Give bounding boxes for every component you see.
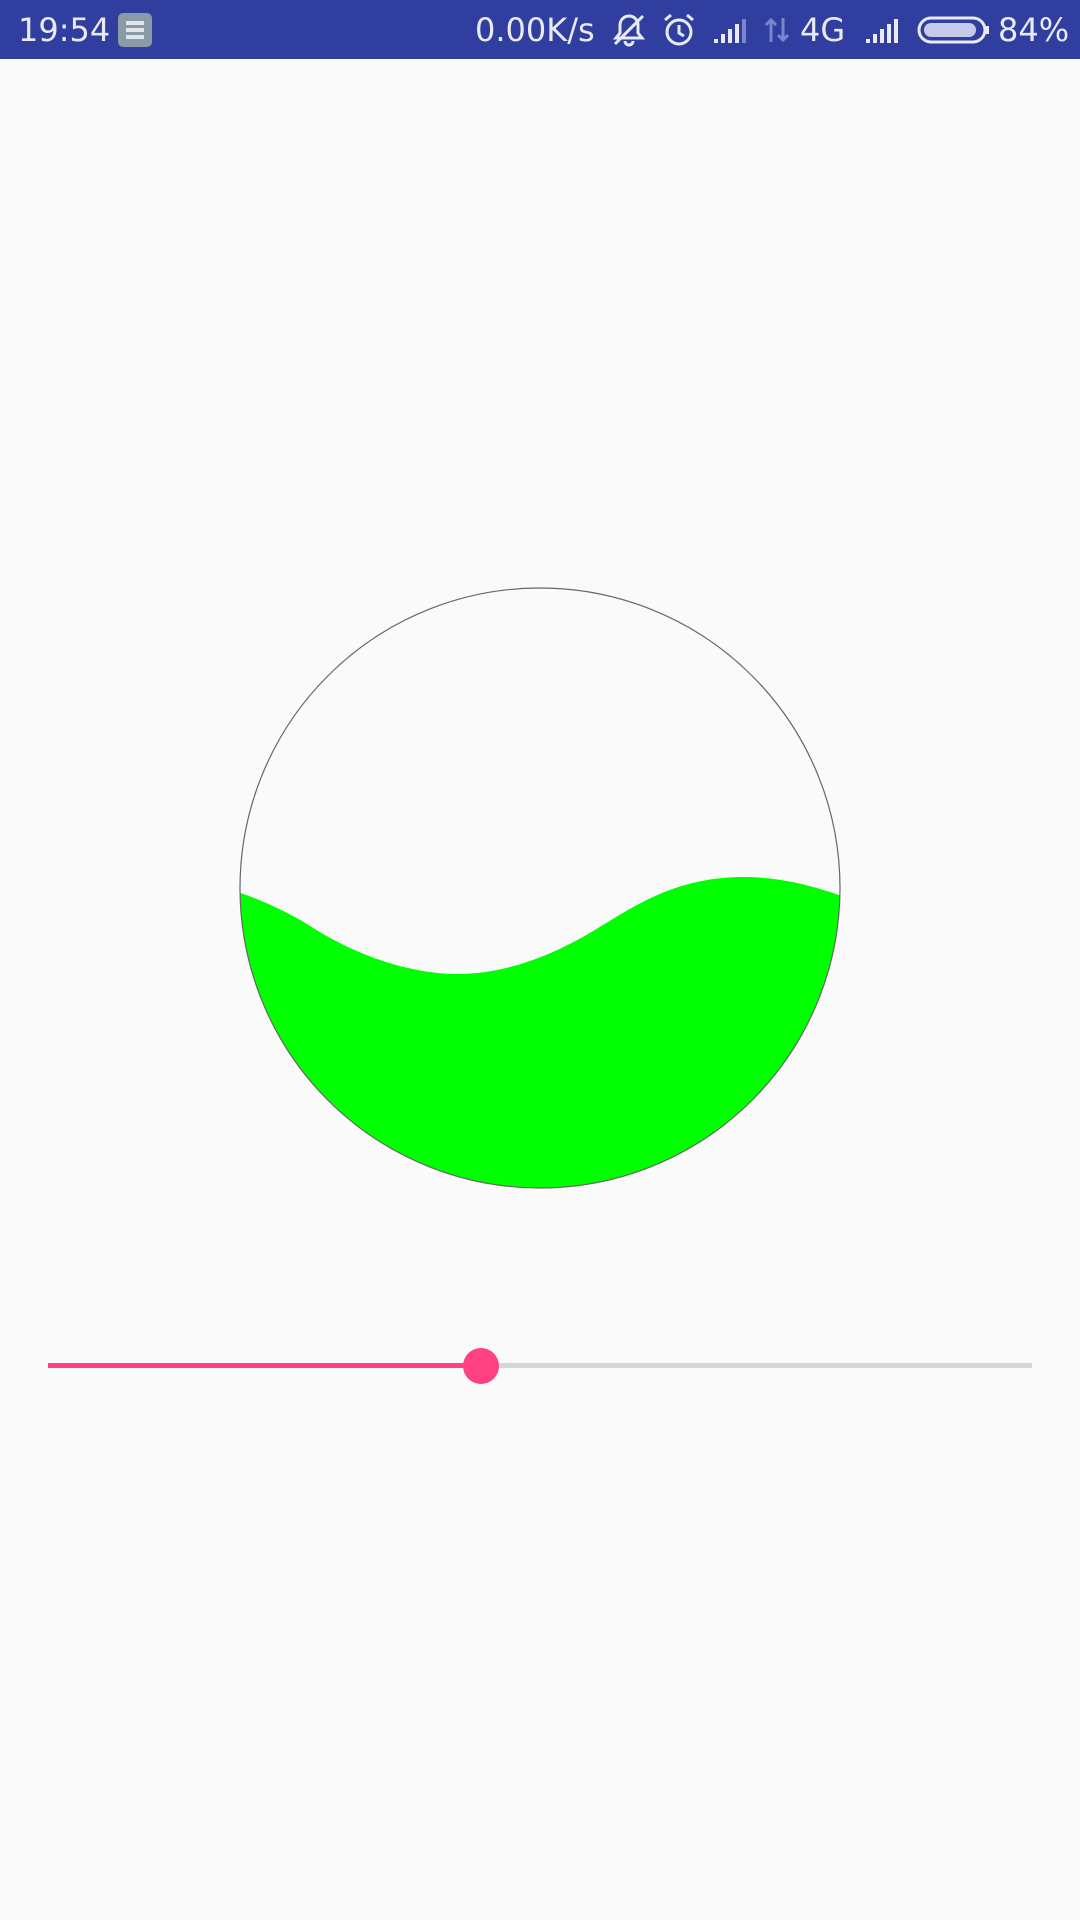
wave-fill [240, 876, 840, 1188]
level-seekbar[interactable] [48, 1345, 1032, 1385]
seekbar-thumb[interactable] [462, 1348, 499, 1384]
signal-icon [712, 0, 752, 59]
status-time: 19:54 [18, 10, 111, 49]
network-type: 4G [800, 10, 846, 49]
data-transfer-icon [762, 0, 792, 59]
alarm-icon [660, 0, 698, 59]
signal-icon [864, 0, 904, 59]
app-notification-icon [118, 0, 152, 59]
status-bar: 19:54 0.00K/s 4G 84% [0, 0, 1080, 59]
net-speed: 0.00K/s [475, 10, 595, 49]
seekbar-progress [48, 1363, 481, 1368]
battery-percent: 84% [998, 10, 1070, 49]
battery-icon [917, 0, 991, 59]
silent-mode-icon [610, 0, 648, 59]
wave-progress-view [239, 587, 841, 1189]
